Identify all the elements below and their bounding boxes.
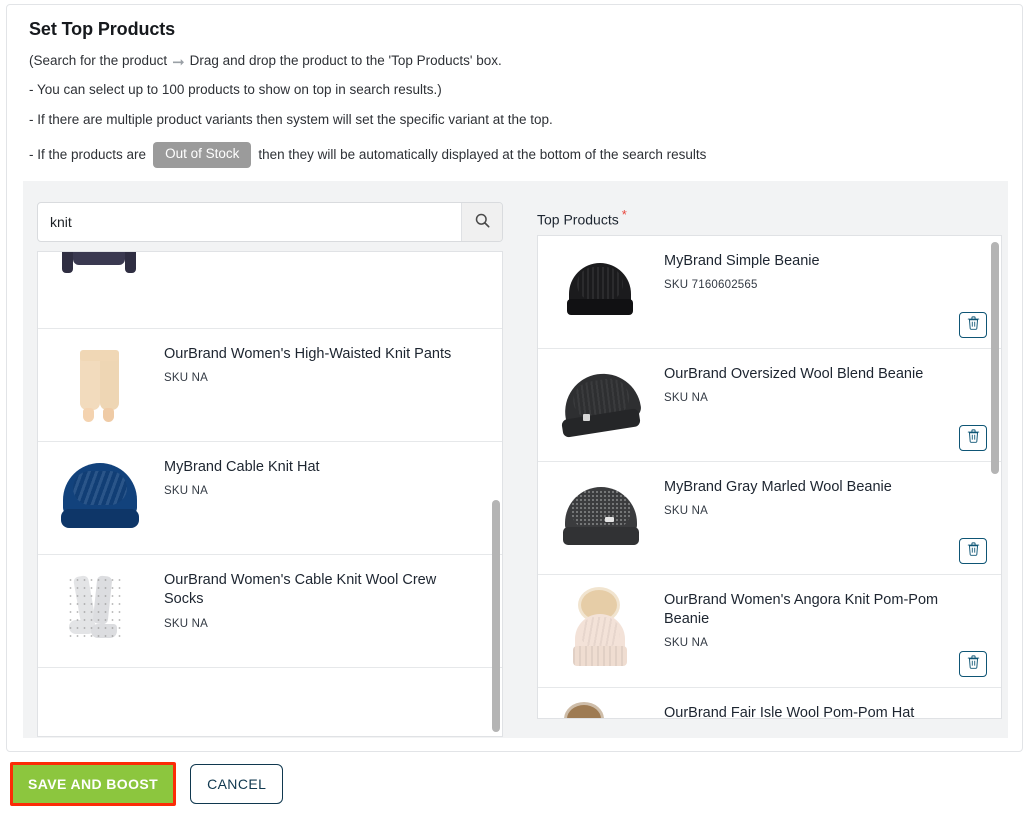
top-product-row[interactable]: MyBrand Gray Marled Wool Beanie SKU NA xyxy=(538,461,1001,575)
search-result-row[interactable]: OurBrand Women's Cable Knit Wool Crew So… xyxy=(38,555,502,668)
top-product-body: OurBrand Women's Angora Knit Pom-Pom Bea… xyxy=(664,589,1001,650)
search-results-list[interactable]: SKU NA OurBrand Women's H xyxy=(37,251,503,737)
product-sku: SKU NA xyxy=(664,637,709,650)
product-sku: SKU NA xyxy=(664,504,709,517)
product-thumbnail xyxy=(38,569,164,657)
instruction-line-4-text-b: then they will be automatically displaye… xyxy=(258,146,707,162)
instruction-line-3: - If there are multiple product variants… xyxy=(29,112,553,128)
angora-knit-pom-pom-beanie-image xyxy=(553,589,649,676)
product-name: MyBrand Gray Marled Wool Beanie xyxy=(664,478,892,495)
product-name: OurBrand Women's High-Waisted Knit Pants xyxy=(164,346,452,362)
product-thumbnail xyxy=(538,363,664,451)
out-of-stock-badge: Out of Stock xyxy=(153,142,252,169)
product-name: OurBrand Fair Isle Wool Pom-Pom Hat xyxy=(664,704,915,719)
product-thumbnail xyxy=(538,250,664,338)
search-results-column: SKU NA OurBrand Women's H xyxy=(23,181,523,738)
top-product-body: MyBrand Gray Marled Wool Beanie SKU NA xyxy=(664,476,1001,517)
product-thumbnail xyxy=(538,702,664,718)
fair-isle-pom-pom-hat-image xyxy=(553,703,649,718)
top-product-row[interactable]: OurBrand Women's Angora Knit Pom-Pom Bea… xyxy=(538,574,1001,688)
search-result-body: SKU NA xyxy=(164,251,502,252)
product-thumbnail xyxy=(38,456,164,544)
instruction-line-4: - If the products are Out of Stock then … xyxy=(29,142,1000,169)
knit-pants-image xyxy=(53,344,149,430)
delete-top-product-button[interactable] xyxy=(959,650,987,677)
footer-actions: SAVE AND BOOST CANCEL xyxy=(0,762,1029,806)
product-thumbnail xyxy=(38,343,164,431)
black-simple-beanie-image xyxy=(553,251,649,337)
search-result-row[interactable]: OurBrand Women's High-Waisted Knit Pants… xyxy=(38,329,502,442)
set-top-products-page: Set Top Products (Search for the product… xyxy=(0,0,1029,829)
top-products-list[interactable]: MyBrand Simple Beanie SKU 7160602565 Our… xyxy=(537,234,1002,719)
right-arrow-icon: ➞ xyxy=(172,53,185,71)
product-name: OurBrand Women's Angora Knit Pom-Pom Bea… xyxy=(664,591,939,627)
search-result-row[interactable]: MyBrand Cable Knit Hat SKU NA xyxy=(38,442,502,555)
header-section: Set Top Products (Search for the product… xyxy=(7,5,1022,169)
top-product-row[interactable]: OurBrand Fair Isle Wool Pom-Pom Hat SKU … xyxy=(538,687,1001,719)
top-products-label-text: Top Products xyxy=(537,211,619,228)
top-products-column: Top Products * MyBrand Simple Beanie SKU… xyxy=(523,181,1008,738)
page-title: Set Top Products xyxy=(29,19,176,39)
search-result-body: OurBrand Women's Cable Knit Wool Crew So… xyxy=(164,569,502,630)
crew-socks-image xyxy=(53,570,149,656)
cancel-button[interactable]: CANCEL xyxy=(190,764,284,804)
instruction-line-1: (Search for the product ➞ Drag and drop … xyxy=(29,53,1000,70)
product-thumbnail xyxy=(538,476,664,564)
search-results-scroll-content: SKU NA OurBrand Women's H xyxy=(38,251,502,668)
top-product-body: MyBrand Simple Beanie SKU 7160602565 xyxy=(664,250,1001,291)
product-name: MyBrand Simple Beanie xyxy=(664,252,820,269)
top-products-label: Top Products * xyxy=(537,208,992,227)
gray-marled-wool-beanie-image xyxy=(553,477,649,563)
instruction-line-1-text-b: Drag and drop the product to the 'Top Pr… xyxy=(189,52,502,68)
product-sku: SKU NA xyxy=(164,372,209,385)
search-result-row[interactable]: SKU NA xyxy=(38,251,502,329)
top-product-body: OurBrand Oversized Wool Blend Beanie SKU… xyxy=(664,363,1001,404)
top-products-scroll-content: MyBrand Simple Beanie SKU 7160602565 Our… xyxy=(538,235,1001,719)
trash-icon xyxy=(967,542,980,559)
delete-top-product-button[interactable] xyxy=(959,537,987,564)
search-icon xyxy=(475,213,490,231)
product-sku: SKU NA xyxy=(164,485,209,498)
required-asterisk: * xyxy=(621,207,627,222)
product-sku: SKU NA xyxy=(664,391,709,404)
search-button[interactable] xyxy=(461,203,502,241)
product-name: MyBrand Cable Knit Hat xyxy=(164,459,320,475)
navy-sweater-image xyxy=(53,252,149,317)
delete-top-product-button[interactable] xyxy=(959,424,987,451)
search-result-body: MyBrand Cable Knit Hat SKU NA xyxy=(164,456,502,497)
product-name: OurBrand Women's Cable Knit Wool Crew So… xyxy=(164,572,437,608)
trash-icon xyxy=(967,316,980,333)
products-panel: SKU NA OurBrand Women's H xyxy=(23,181,1008,738)
trash-icon xyxy=(967,655,980,672)
product-search-bar xyxy=(37,202,503,242)
instruction-line-1-text-a: (Search for the product xyxy=(29,52,168,68)
search-input[interactable] xyxy=(38,203,461,241)
product-sku: SKU 7160602565 xyxy=(664,278,758,291)
product-name: OurBrand Oversized Wool Blend Beanie xyxy=(664,365,924,382)
product-sku: SKU NA xyxy=(164,617,209,630)
product-thumbnail xyxy=(38,252,164,318)
top-product-row[interactable]: OurBrand Oversized Wool Blend Beanie SKU… xyxy=(538,348,1001,462)
search-results-scrollbar[interactable] xyxy=(492,500,500,732)
instruction-line-4-text-a: - If the products are xyxy=(29,146,147,162)
blue-cable-knit-hat-image xyxy=(53,457,149,543)
oversized-wool-blend-beanie-image xyxy=(553,364,649,450)
search-result-body: OurBrand Women's High-Waisted Knit Pants… xyxy=(164,343,502,384)
top-product-body: OurBrand Fair Isle Wool Pom-Pom Hat SKU … xyxy=(664,702,1001,719)
main-card: Set Top Products (Search for the product… xyxy=(6,4,1023,752)
product-thumbnail xyxy=(538,589,664,677)
save-and-boost-button[interactable]: SAVE AND BOOST xyxy=(10,762,177,806)
instruction-line-2: - You can select up to 100 products to s… xyxy=(29,82,442,98)
product-sku: SKU NA xyxy=(164,251,488,252)
top-products-scrollbar[interactable] xyxy=(991,241,999,474)
delete-top-product-button[interactable] xyxy=(959,311,987,338)
trash-icon xyxy=(967,429,980,446)
top-product-row[interactable]: MyBrand Simple Beanie SKU 7160602565 xyxy=(538,235,1001,349)
